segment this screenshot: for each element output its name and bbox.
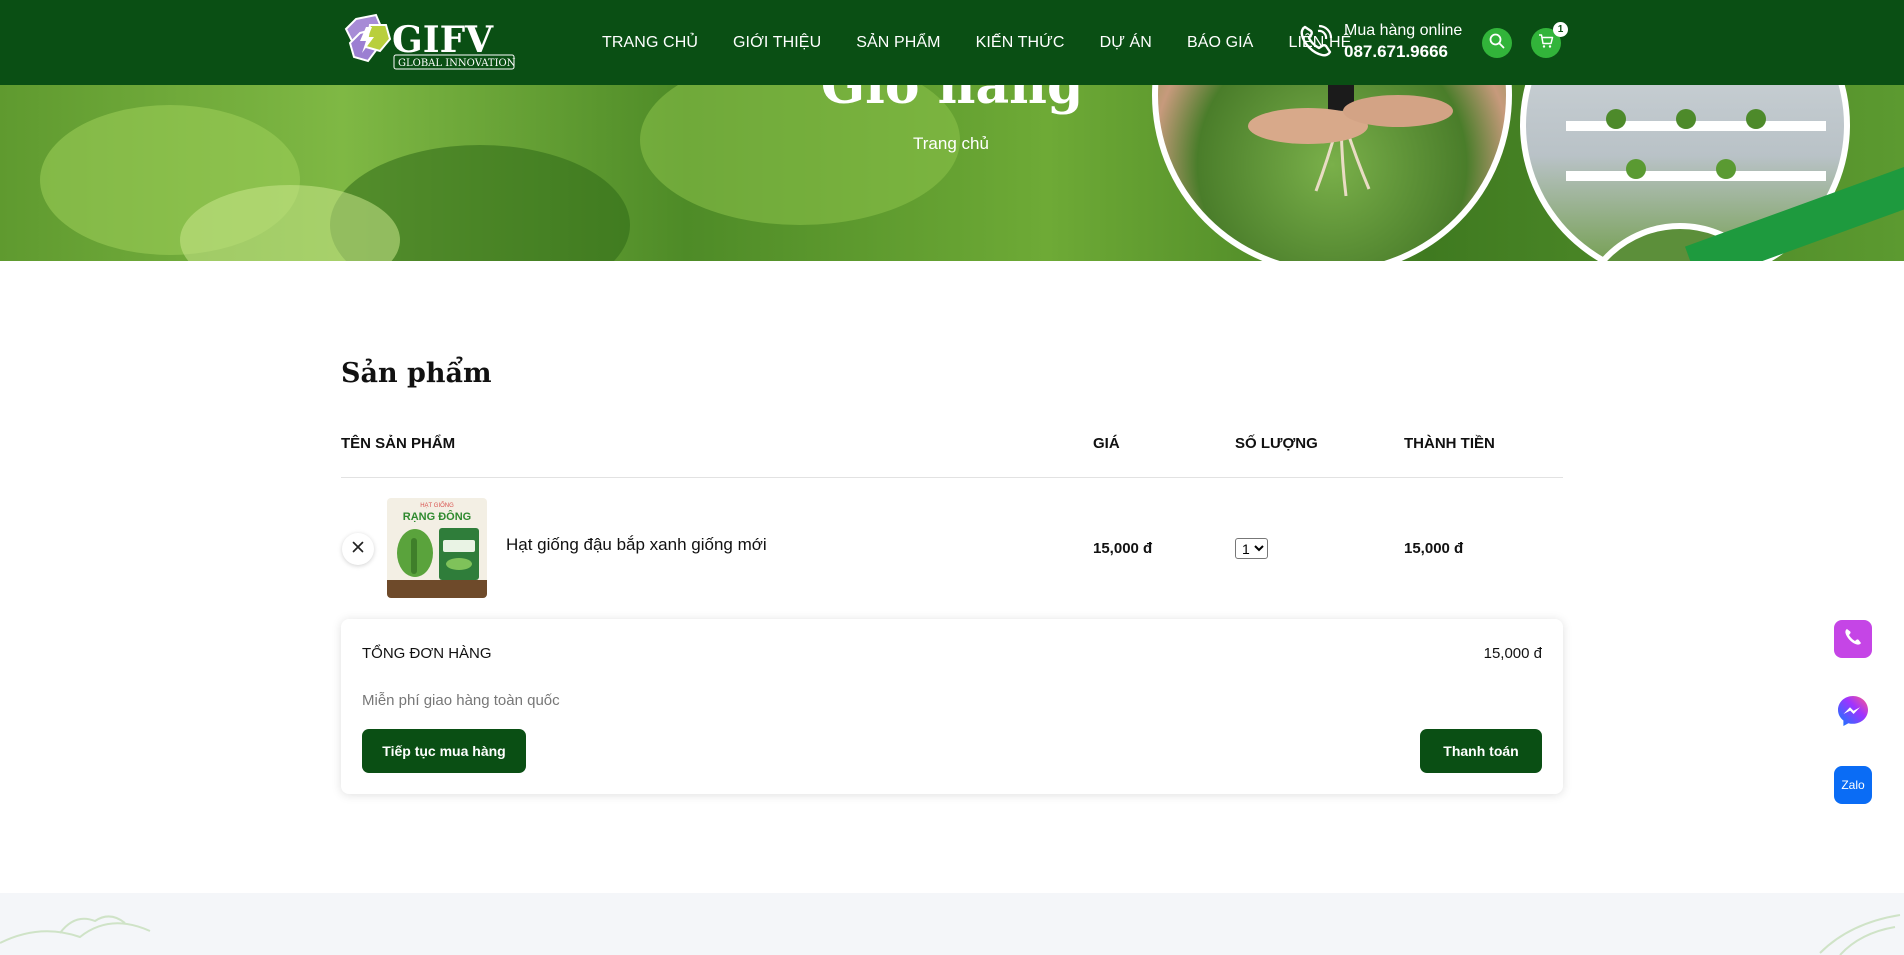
cart-page: GIFV GLOBAL INNOVATION TRANG CHỦ GIỚI TH… xyxy=(0,0,1904,955)
cart-table-header: TÊN SẢN PHẨM GIÁ SỐ LƯỢNG THÀNH TIỀN xyxy=(341,435,1563,478)
footer-band xyxy=(0,893,1904,955)
hotline[interactable]: Mua hàng online 087.671.9666 xyxy=(1296,20,1462,62)
cart-button[interactable]: 1 xyxy=(1531,22,1568,58)
nav-item-projects[interactable]: DỰ ÁN xyxy=(1100,34,1152,52)
site-header: GIFV GLOBAL INNOVATION TRANG CHỦ GIỚI TH… xyxy=(0,0,1904,85)
product-name-link[interactable]: Hạt giống đậu bắp xanh giống mới xyxy=(506,535,767,555)
order-summary: TỔNG ĐƠN HÀNG 15,000 đ Miễn phí giao hàn… xyxy=(341,619,1563,794)
search-icon xyxy=(1489,33,1505,54)
phone-icon xyxy=(1296,21,1336,61)
product-subtotal: 15,000 đ xyxy=(1404,540,1464,557)
order-total-value: 15,000 đ xyxy=(1483,645,1542,662)
messenger-icon xyxy=(1834,692,1872,735)
floating-messenger-button[interactable] xyxy=(1834,694,1872,732)
shipping-note: Miễn phí giao hàng toàn quốc xyxy=(362,692,560,709)
main-nav: TRANG CHỦ GIỚI THIỆU SẢN PHẨM KIẾN THỨC … xyxy=(602,0,1386,85)
column-header-quantity: SỐ LƯỢNG xyxy=(1235,435,1318,452)
breadcrumb[interactable]: Trang chủ xyxy=(913,134,989,154)
thumb-brand: RẠNG ĐÔNG xyxy=(403,510,471,523)
page-banner: Giỏ hàng Trang chủ xyxy=(0,85,1904,261)
quantity-select[interactable]: 1 xyxy=(1235,538,1268,559)
thumb-top-text: HẠT GIỐNG xyxy=(420,502,454,509)
floating-call-button[interactable] xyxy=(1834,620,1872,658)
nav-item-products[interactable]: SẢN PHẨM xyxy=(856,34,940,52)
site-logo[interactable]: GIFV GLOBAL INNOVATION xyxy=(342,11,517,73)
cart-item-row: HẠT GIỐNG RẠNG ĐÔNG Hạt giống đậu bắp xa… xyxy=(341,478,1563,618)
close-icon xyxy=(352,540,364,558)
checkout-button[interactable]: Thanh toán xyxy=(1420,729,1542,773)
product-thumbnail[interactable]: HẠT GIỐNG RẠNG ĐÔNG xyxy=(387,498,487,598)
section-title: Sản phẩm xyxy=(341,358,492,389)
nav-item-quote[interactable]: BÁO GIÁ xyxy=(1187,34,1254,52)
product-price: 15,000 đ xyxy=(1093,540,1153,557)
logo-tagline: GLOBAL INNOVATION xyxy=(398,58,516,69)
hotline-number[interactable]: 087.671.9666 xyxy=(1344,41,1462,62)
search-button[interactable] xyxy=(1482,28,1512,58)
nav-item-about[interactable]: GIỚI THIỆU xyxy=(733,34,821,52)
cart-count-badge: 1 xyxy=(1553,22,1568,37)
nav-item-knowledge[interactable]: KIẾN THỨC xyxy=(976,34,1065,52)
column-header-subtotal: THÀNH TIỀN xyxy=(1404,435,1495,452)
column-header-price: GIÁ xyxy=(1093,435,1120,452)
cart-icon xyxy=(1538,33,1554,54)
phone-icon xyxy=(1843,627,1863,652)
zalo-label: Zalo xyxy=(1841,778,1865,792)
remove-item-button[interactable] xyxy=(342,533,374,565)
nav-item-home[interactable]: TRANG CHỦ xyxy=(602,34,698,52)
continue-shopping-button[interactable]: Tiếp tục mua hàng xyxy=(362,729,526,773)
hotline-label: Mua hàng online xyxy=(1344,22,1463,39)
column-header-product: TÊN SẢN PHẨM xyxy=(341,435,456,452)
order-total-label: TỔNG ĐƠN HÀNG xyxy=(362,645,492,662)
hotline-text: Mua hàng online 087.671.9666 xyxy=(1344,20,1462,62)
floating-zalo-button[interactable]: Zalo xyxy=(1834,766,1872,804)
hydroponic-roots-photo xyxy=(1152,85,1512,261)
